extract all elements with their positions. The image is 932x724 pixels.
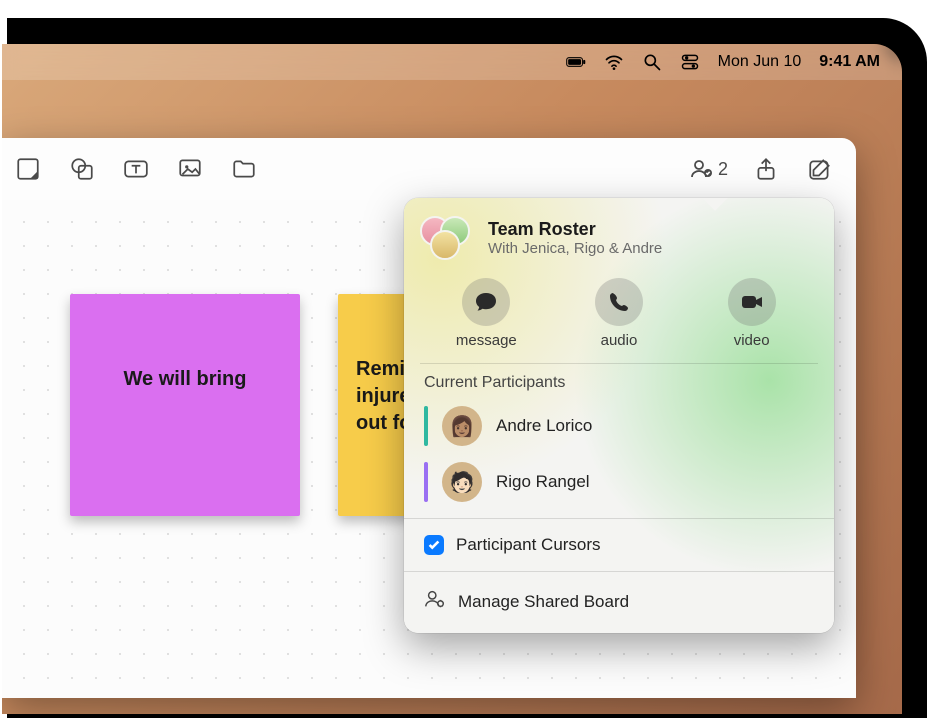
collaborate-button[interactable]: 2 <box>690 157 728 181</box>
participant-cursors-toggle[interactable]: Participant Cursors <box>420 527 818 563</box>
presence-color-bar <box>424 406 428 446</box>
manage-shared-board-button[interactable]: Manage Shared Board <box>420 580 818 623</box>
toggle-label: Participant Cursors <box>456 535 601 555</box>
board-title: Team Roster <box>488 219 662 240</box>
message-icon <box>474 290 498 314</box>
desktop: Mon Jun 10 9:41 AM <box>2 44 902 714</box>
audio-button[interactable]: audio <box>564 278 674 349</box>
manage-label: Manage Shared Board <box>458 592 629 612</box>
people-gear-icon <box>424 588 446 615</box>
spotlight-search-icon[interactable] <box>642 52 662 72</box>
menubar-time[interactable]: 9:41 AM <box>819 53 880 71</box>
collaboration-popover: Team Roster With Jenica, Rigo & Andre me… <box>404 198 834 633</box>
participant-name: Andre Lorico <box>496 416 592 436</box>
avatar: 👩🏽 <box>442 406 482 446</box>
phone-icon <box>607 290 631 314</box>
avatar: 🧑🏻 <box>442 462 482 502</box>
group-avatar <box>420 216 476 260</box>
popover-header: Team Roster With Jenica, Rigo & Andre <box>420 216 818 260</box>
action-label: message <box>456 332 517 349</box>
sticky-text: We will bring <box>124 368 247 390</box>
action-label: audio <box>601 332 638 349</box>
sticky-note-tool[interactable] <box>12 153 44 185</box>
video-button[interactable]: video <box>697 278 807 349</box>
presence-color-bar <box>424 462 428 502</box>
device-frame: Mon Jun 10 9:41 AM <box>7 18 927 718</box>
text-box-tool[interactable] <box>120 153 152 185</box>
sticky-note[interactable]: We will bring <box>70 294 300 516</box>
battery-icon[interactable] <box>566 52 586 72</box>
menubar-date[interactable]: Mon Jun 10 <box>718 53 802 71</box>
checkbox-checked-icon <box>424 535 444 555</box>
files-tool[interactable] <box>228 153 260 185</box>
control-center-icon[interactable] <box>680 52 700 72</box>
media-tool[interactable] <box>174 153 206 185</box>
share-button[interactable] <box>750 153 782 185</box>
compose-button[interactable] <box>804 153 836 185</box>
actions-row: message audio video <box>420 274 818 364</box>
menubar: Mon Jun 10 9:41 AM <box>2 44 902 80</box>
shapes-tool[interactable] <box>66 153 98 185</box>
window-toolbar: 2 <box>2 138 856 200</box>
participant-count: 2 <box>718 159 728 180</box>
board-subtitle: With Jenica, Rigo & Andre <box>488 240 662 257</box>
video-icon <box>740 290 764 314</box>
current-participants-header: Current Participants <box>424 374 818 392</box>
freeform-window: 2 We will bring Remind injured <box>2 138 856 698</box>
action-label: video <box>734 332 770 349</box>
participant-row[interactable]: 🧑🏻 Rigo Rangel <box>420 454 818 510</box>
participant-name: Rigo Rangel <box>496 472 590 492</box>
message-button[interactable]: message <box>431 278 541 349</box>
wifi-icon[interactable] <box>604 52 624 72</box>
participant-row[interactable]: 👩🏽 Andre Lorico <box>420 398 818 454</box>
